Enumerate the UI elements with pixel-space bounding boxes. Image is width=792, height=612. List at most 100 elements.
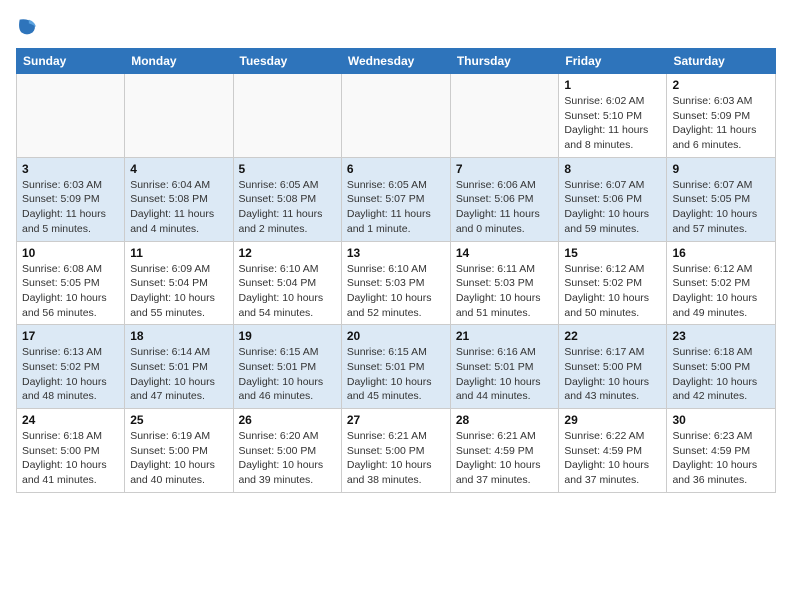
- day-detail: Sunrise: 6:10 AM Sunset: 5:04 PM Dayligh…: [239, 262, 336, 321]
- day-number: 5: [239, 162, 336, 176]
- calendar-cell: 26 Sunrise: 6:20 AM Sunset: 5:00 PM Dayli…: [233, 409, 341, 493]
- calendar-cell: 9 Sunrise: 6:07 AM Sunset: 5:05 PM Daylig…: [667, 157, 776, 241]
- day-detail: Sunrise: 6:15 AM Sunset: 5:01 PM Dayligh…: [239, 345, 336, 404]
- day-number: 17: [22, 329, 119, 343]
- calendar-cell: 8 Sunrise: 6:07 AM Sunset: 5:06 PM Daylig…: [559, 157, 667, 241]
- day-detail: Sunrise: 6:03 AM Sunset: 5:09 PM Dayligh…: [22, 178, 119, 237]
- day-detail: Sunrise: 6:10 AM Sunset: 5:03 PM Dayligh…: [347, 262, 445, 321]
- page: SundayMondayTuesdayWednesdayThursdayFrid…: [0, 0, 792, 503]
- calendar-cell: 10 Sunrise: 6:08 AM Sunset: 5:05 PM Dayli…: [17, 241, 125, 325]
- day-detail: Sunrise: 6:02 AM Sunset: 5:10 PM Dayligh…: [564, 94, 661, 153]
- calendar-cell: 21 Sunrise: 6:16 AM Sunset: 5:01 PM Dayli…: [450, 325, 559, 409]
- day-number: 12: [239, 246, 336, 260]
- calendar-cell: [125, 74, 233, 158]
- day-number: 19: [239, 329, 336, 343]
- calendar-week-1: 1 Sunrise: 6:02 AM Sunset: 5:10 PM Daylig…: [17, 74, 776, 158]
- day-detail: Sunrise: 6:20 AM Sunset: 5:00 PM Dayligh…: [239, 429, 336, 488]
- day-detail: Sunrise: 6:05 AM Sunset: 5:07 PM Dayligh…: [347, 178, 445, 237]
- calendar-cell: 27 Sunrise: 6:21 AM Sunset: 5:00 PM Dayli…: [341, 409, 450, 493]
- day-detail: Sunrise: 6:11 AM Sunset: 5:03 PM Dayligh…: [456, 262, 554, 321]
- calendar-cell: 1 Sunrise: 6:02 AM Sunset: 5:10 PM Daylig…: [559, 74, 667, 158]
- calendar-cell: 5 Sunrise: 6:05 AM Sunset: 5:08 PM Daylig…: [233, 157, 341, 241]
- day-detail: Sunrise: 6:05 AM Sunset: 5:08 PM Dayligh…: [239, 178, 336, 237]
- day-number: 11: [130, 246, 227, 260]
- day-number: 22: [564, 329, 661, 343]
- calendar-header-wednesday: Wednesday: [341, 49, 450, 74]
- day-detail: Sunrise: 6:21 AM Sunset: 5:00 PM Dayligh…: [347, 429, 445, 488]
- day-number: 14: [456, 246, 554, 260]
- day-number: 16: [672, 246, 770, 260]
- calendar-cell: 18Sunrise: 6:14 AM Sunset: 5:01 PM Dayli…: [125, 325, 233, 409]
- day-number: 21: [456, 329, 554, 343]
- calendar-cell: 23Sunrise: 6:18 AM Sunset: 5:00 PM Dayli…: [667, 325, 776, 409]
- calendar-cell: [341, 74, 450, 158]
- calendar-cell: 24 Sunrise: 6:18 AM Sunset: 5:00 PM Dayli…: [17, 409, 125, 493]
- day-detail: Sunrise: 6:06 AM Sunset: 5:06 PM Dayligh…: [456, 178, 554, 237]
- logo: [16, 16, 40, 38]
- day-detail: Sunrise: 6:19 AM Sunset: 5:00 PM Dayligh…: [130, 429, 227, 488]
- day-number: 15: [564, 246, 661, 260]
- day-number: 25: [130, 413, 227, 427]
- day-detail: Sunrise: 6:21 AM Sunset: 4:59 PM Dayligh…: [456, 429, 554, 488]
- day-number: 7: [456, 162, 554, 176]
- calendar-cell: 3 Sunrise: 6:03 AM Sunset: 5:09 PM Daylig…: [17, 157, 125, 241]
- day-number: 8: [564, 162, 661, 176]
- calendar-cell: 22 Sunrise: 6:17 AM Sunset: 5:00 PM Dayli…: [559, 325, 667, 409]
- day-number: 9: [672, 162, 770, 176]
- day-detail: Sunrise: 6:14 AM Sunset: 5:01 PM Dayligh…: [130, 345, 227, 404]
- calendar-header-thursday: Thursday: [450, 49, 559, 74]
- day-detail: Sunrise: 6:09 AM Sunset: 5:04 PM Dayligh…: [130, 262, 227, 321]
- calendar-cell: 28Sunrise: 6:21 AM Sunset: 4:59 PM Dayli…: [450, 409, 559, 493]
- calendar-cell: 17 Sunrise: 6:13 AM Sunset: 5:02 PM Dayli…: [17, 325, 125, 409]
- calendar-cell: 29 Sunrise: 6:22 AM Sunset: 4:59 PM Dayli…: [559, 409, 667, 493]
- calendar-cell: [17, 74, 125, 158]
- day-detail: Sunrise: 6:03 AM Sunset: 5:09 PM Dayligh…: [672, 94, 770, 153]
- calendar-week-2: 3 Sunrise: 6:03 AM Sunset: 5:09 PM Daylig…: [17, 157, 776, 241]
- day-number: 23: [672, 329, 770, 343]
- calendar-cell: 2 Sunrise: 6:03 AM Sunset: 5:09 PM Daylig…: [667, 74, 776, 158]
- calendar-cell: [450, 74, 559, 158]
- calendar-header-friday: Friday: [559, 49, 667, 74]
- calendar-header-row: SundayMondayTuesdayWednesdayThursdayFrid…: [17, 49, 776, 74]
- day-number: 29: [564, 413, 661, 427]
- calendar-cell: 12 Sunrise: 6:10 AM Sunset: 5:04 PM Dayli…: [233, 241, 341, 325]
- day-number: 26: [239, 413, 336, 427]
- day-detail: Sunrise: 6:15 AM Sunset: 5:01 PM Dayligh…: [347, 345, 445, 404]
- day-number: 27: [347, 413, 445, 427]
- day-detail: Sunrise: 6:17 AM Sunset: 5:00 PM Dayligh…: [564, 345, 661, 404]
- day-detail: Sunrise: 6:07 AM Sunset: 5:06 PM Dayligh…: [564, 178, 661, 237]
- day-number: 13: [347, 246, 445, 260]
- calendar-cell: 6 Sunrise: 6:05 AM Sunset: 5:07 PM Daylig…: [341, 157, 450, 241]
- day-number: 6: [347, 162, 445, 176]
- calendar-header-monday: Monday: [125, 49, 233, 74]
- day-detail: Sunrise: 6:04 AM Sunset: 5:08 PM Dayligh…: [130, 178, 227, 237]
- calendar-cell: 15 Sunrise: 6:12 AM Sunset: 5:02 PM Dayli…: [559, 241, 667, 325]
- header: [16, 16, 776, 38]
- day-number: 24: [22, 413, 119, 427]
- day-number: 1: [564, 78, 661, 92]
- calendar-cell: 13 Sunrise: 6:10 AM Sunset: 5:03 PM Dayli…: [341, 241, 450, 325]
- logo-icon: [16, 16, 38, 38]
- calendar-cell: 4Sunrise: 6:04 AM Sunset: 5:08 PM Daylig…: [125, 157, 233, 241]
- calendar-cell: 16 Sunrise: 6:12 AM Sunset: 5:02 PM Dayli…: [667, 241, 776, 325]
- day-number: 30: [672, 413, 770, 427]
- day-detail: Sunrise: 6:18 AM Sunset: 5:00 PM Dayligh…: [22, 429, 119, 488]
- calendar-cell: 19 Sunrise: 6:15 AM Sunset: 5:01 PM Dayli…: [233, 325, 341, 409]
- day-detail: Sunrise: 6:22 AM Sunset: 4:59 PM Dayligh…: [564, 429, 661, 488]
- day-number: 20: [347, 329, 445, 343]
- day-number: 2: [672, 78, 770, 92]
- day-number: 10: [22, 246, 119, 260]
- day-detail: Sunrise: 6:12 AM Sunset: 5:02 PM Dayligh…: [672, 262, 770, 321]
- calendar-week-5: 24 Sunrise: 6:18 AM Sunset: 5:00 PM Dayli…: [17, 409, 776, 493]
- calendar-cell: [233, 74, 341, 158]
- day-detail: Sunrise: 6:12 AM Sunset: 5:02 PM Dayligh…: [564, 262, 661, 321]
- day-number: 3: [22, 162, 119, 176]
- calendar-table: SundayMondayTuesdayWednesdayThursdayFrid…: [16, 48, 776, 493]
- day-detail: Sunrise: 6:08 AM Sunset: 5:05 PM Dayligh…: [22, 262, 119, 321]
- calendar-cell: 14 Sunrise: 6:11 AM Sunset: 5:03 PM Dayli…: [450, 241, 559, 325]
- calendar-header-saturday: Saturday: [667, 49, 776, 74]
- day-detail: Sunrise: 6:07 AM Sunset: 5:05 PM Dayligh…: [672, 178, 770, 237]
- day-detail: Sunrise: 6:16 AM Sunset: 5:01 PM Dayligh…: [456, 345, 554, 404]
- day-detail: Sunrise: 6:13 AM Sunset: 5:02 PM Dayligh…: [22, 345, 119, 404]
- calendar-cell: 7 Sunrise: 6:06 AM Sunset: 5:06 PM Daylig…: [450, 157, 559, 241]
